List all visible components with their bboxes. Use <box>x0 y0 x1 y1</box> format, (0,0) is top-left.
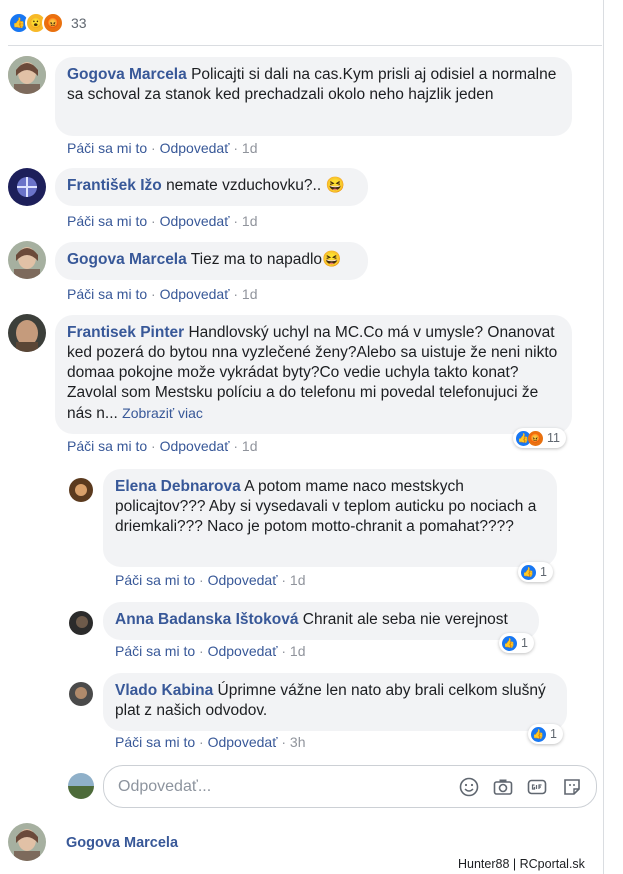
laughing-emoji: 😆 <box>322 251 342 268</box>
like-icon: 👍 <box>502 635 517 651</box>
current-user-avatar[interactable] <box>68 773 94 799</box>
reply-input[interactable] <box>116 777 420 797</box>
avatar-photo <box>69 611 93 635</box>
comment-author[interactable]: Gogova Marcela <box>67 251 187 268</box>
comment-author[interactable]: František Ižo <box>67 177 162 194</box>
comment-actions: Páči sa mi to · Odpovedať · 1d <box>67 438 258 454</box>
divider <box>8 45 602 46</box>
reply-time[interactable]: 1d <box>290 643 306 659</box>
avatar-photo <box>8 56 46 94</box>
reply-actions: Páči sa mi to · Odpovedať · 1d <box>115 572 306 588</box>
avatar[interactable] <box>8 314 46 352</box>
reaction-badge[interactable]: 👍 1 <box>528 724 563 744</box>
camera-icon[interactable] <box>492 776 514 798</box>
reaction-badge[interactable]: 👍 😡 11 <box>513 428 566 448</box>
like-link[interactable]: Páči sa mi to <box>67 140 147 156</box>
reply-bubble: Vlado Kabina Úprimne vážne len nato aby … <box>103 673 567 731</box>
comment-actions: Páči sa mi to · Odpovedať · 1d <box>67 140 258 156</box>
column-border <box>603 0 604 874</box>
reply-bubble: Elena Debnarova A potom mame naco mestsk… <box>103 469 557 567</box>
reaction-count: 1 <box>521 636 528 650</box>
reaction-badge[interactable]: 👍 1 <box>499 633 534 653</box>
like-link[interactable]: Páči sa mi to <box>67 213 147 229</box>
reply-text: Chranit ale seba nie verejnost <box>302 611 508 628</box>
reply-link[interactable]: Odpovedať <box>208 734 278 750</box>
avatar-photo <box>8 823 46 861</box>
reply-link[interactable]: Odpovedať <box>160 438 230 454</box>
reaction-count: 1 <box>540 565 547 579</box>
like-link[interactable]: Páči sa mi to <box>67 286 147 302</box>
comment-actions: Páči sa mi to · Odpovedať · 1d <box>67 286 258 302</box>
reply-link[interactable]: Odpovedať <box>160 286 230 302</box>
avatar-photo <box>8 314 46 352</box>
avatar[interactable] <box>8 241 46 279</box>
reply-link[interactable]: Odpovedať <box>208 572 278 588</box>
like-link[interactable]: Páči sa mi to <box>115 572 195 588</box>
reply-bubble: Anna Badanska Ištoková Chranit ale seba … <box>103 602 539 640</box>
like-link[interactable]: Páči sa mi to <box>115 734 195 750</box>
angry-icon: 😡 <box>528 430 543 446</box>
comment-bubble: František Ižo nemate vzduchovku?.. 😆 <box>55 168 368 206</box>
comment-time[interactable]: 1d <box>242 286 258 302</box>
avatar[interactable] <box>8 168 46 206</box>
reply-time[interactable]: 1d <box>290 572 306 588</box>
avatar[interactable] <box>8 823 46 861</box>
comment-author[interactable]: Frantisek Pinter <box>67 324 184 341</box>
like-link[interactable]: Páči sa mi to <box>115 643 195 659</box>
reply-actions: Páči sa mi to · Odpovedať · 3h <box>115 734 306 750</box>
comment-text: nemate vzduchovku?.. <box>166 177 322 194</box>
comment-time[interactable]: 1d <box>242 213 258 229</box>
reply-author[interactable]: Elena Debnarova <box>115 478 241 495</box>
reaction-count: 11 <box>547 431 560 445</box>
reply-author[interactable]: Anna Badanska Ištoková <box>115 611 298 628</box>
avatar-photo <box>68 773 94 799</box>
reaction-summary-bar[interactable]: 👍 😮 😡 33 <box>0 0 623 46</box>
gif-icon[interactable] <box>526 776 548 798</box>
reaction-count: 1 <box>550 727 557 741</box>
avatar[interactable] <box>69 478 93 502</box>
comment-author[interactable]: Gogova Marcela <box>67 66 187 83</box>
reply-link[interactable]: Odpovedať <box>208 643 278 659</box>
comment-bubble: Gogova Marcela Tiez ma to napadlo😆 <box>55 242 368 280</box>
reaction-count[interactable]: 33 <box>71 15 87 31</box>
watermark: Hunter88 | RCportal.sk <box>458 857 585 871</box>
avatar[interactable] <box>69 682 93 706</box>
avatar-photo <box>8 168 46 206</box>
reply-link[interactable]: Odpovedať <box>160 140 230 156</box>
reaction-badge[interactable]: 👍 1 <box>518 562 553 582</box>
reply-actions: Páči sa mi to · Odpovedať · 1d <box>115 643 306 659</box>
avatar-photo <box>8 241 46 279</box>
avatar[interactable] <box>69 611 93 635</box>
reply-link[interactable]: Odpovedať <box>160 213 230 229</box>
like-icon: 👍 <box>531 726 546 742</box>
comment-author[interactable]: Gogova Marcela <box>66 835 178 851</box>
comment-text: Tiez ma to napadlo <box>190 251 323 268</box>
avatar[interactable] <box>8 56 46 94</box>
laughing-emoji: 😆 <box>325 177 345 194</box>
reply-composer[interactable] <box>103 765 597 808</box>
comment-time[interactable]: 1d <box>242 140 258 156</box>
comment-bubble: Frantisek Pinter Handlovský uchyl na MC.… <box>55 315 572 434</box>
comment-bubble: Gogova Marcela Policajti si dali na cas.… <box>55 57 572 136</box>
angry-icon: 😡 <box>42 12 64 34</box>
comment-actions: Páči sa mi to · Odpovedať · 1d <box>67 213 258 229</box>
like-link[interactable]: Páči sa mi to <box>67 438 147 454</box>
emoji-icon[interactable] <box>458 776 480 798</box>
sticker-icon[interactable] <box>561 776 583 798</box>
like-icon: 👍 <box>521 564 536 580</box>
reply-time[interactable]: 3h <box>290 734 306 750</box>
reply-author[interactable]: Vlado Kabina <box>115 682 213 699</box>
avatar-photo <box>69 478 93 502</box>
reaction-summary[interactable]: 👍 😮 😡 33 <box>8 12 87 34</box>
see-more-link[interactable]: Zobraziť viac <box>122 405 203 421</box>
avatar-photo <box>69 682 93 706</box>
comment-time[interactable]: 1d <box>242 438 258 454</box>
